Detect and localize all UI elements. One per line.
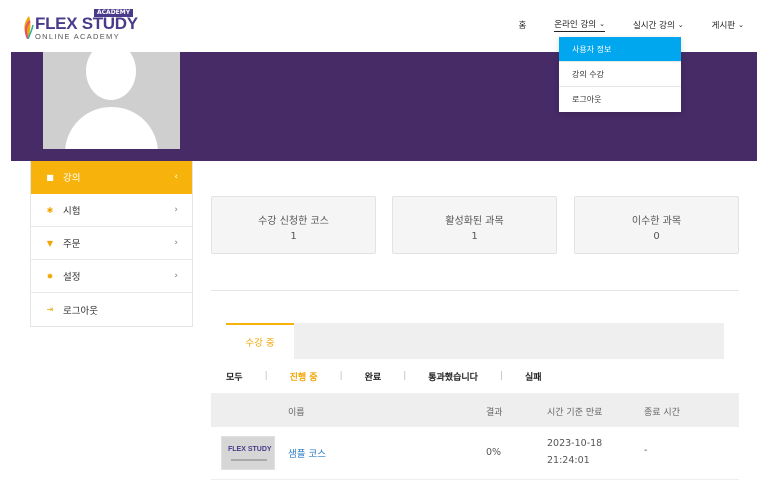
table-row: FLEX STUDY 샘플 코스 0% 2023-10-18 21:24:01 …	[211, 427, 739, 480]
tab-enrolled[interactable]: 수강 중	[226, 323, 294, 359]
course-expiry-date: 2023-10-18	[547, 438, 603, 449]
dropdown-item-courses[interactable]: 강의 수강	[559, 62, 681, 87]
course-tabs: 수강 중	[226, 323, 724, 359]
sidebar-item-exams[interactable]: ✱ 시험 ›	[31, 194, 192, 227]
stat-label: 활성화된 과목	[445, 216, 504, 227]
column-header-expiry: 시간 기준 만료	[547, 408, 603, 418]
gear-icon: ✹	[46, 271, 54, 281]
stat-value: 1	[471, 231, 478, 242]
nav-home[interactable]: 홈	[518, 18, 526, 32]
stat-active-subjects: 활성화된 과목 1	[392, 196, 557, 254]
avatar-body-shape	[65, 107, 158, 149]
chevron-right-icon: ›	[174, 271, 178, 281]
leaf-logo-icon	[24, 16, 34, 39]
stat-value: 0	[653, 231, 660, 242]
main-nav: 홈 온라인 강의 ⌄ 실시간 강의 ⌄ 게시판 ⌄	[490, 18, 744, 32]
sidebar-item-label: 주문	[63, 239, 81, 250]
nav-board[interactable]: 게시판 ⌄	[712, 18, 744, 32]
status-filters: 모두 | 진행 중 | 완료 | 통과했습니다 | 실패	[226, 369, 542, 383]
filter-in-progress[interactable]: 진행 중	[290, 370, 318, 383]
column-header-result: 결과	[486, 408, 503, 418]
course-end-time: -	[644, 445, 648, 456]
logo-badge: ACADEMY	[94, 9, 134, 17]
filter-failed[interactable]: 실패	[525, 370, 542, 383]
sidebar-item-label: 강의	[63, 173, 81, 184]
filter-completed[interactable]: 완료	[365, 370, 382, 383]
chevron-left-icon: ‹	[174, 172, 178, 182]
avatar-head-shape	[86, 52, 136, 100]
avatar	[43, 52, 180, 149]
chevron-down-icon: ⌄	[738, 21, 744, 29]
sidebar-item-logout[interactable]: ⇥ 로그아웃	[31, 293, 192, 326]
chevron-down-icon: ⌄	[599, 20, 605, 28]
thumbnail-logo-text: FLEX STUDY	[228, 446, 272, 453]
logo-subtitle: ONLINE ACADEMY	[35, 32, 120, 41]
nav-online-course[interactable]: 온라인 강의 ⌄	[554, 18, 605, 32]
nav-live-course[interactable]: 실시간 강의 ⌄	[633, 18, 684, 32]
sidebar-item-courses[interactable]: ■ 강의 ‹	[31, 161, 192, 194]
stat-label: 이수한 과목	[631, 216, 682, 227]
course-name-link[interactable]: 샘플 코스	[288, 446, 326, 460]
section-divider	[211, 290, 739, 291]
sidebar-item-label: 시험	[63, 206, 81, 217]
filter-passed[interactable]: 통과했습니다	[428, 370, 478, 383]
sidebar-item-label: 로그아웃	[63, 305, 98, 317]
sidebar-item-orders[interactable]: ▼ 주문 ›	[31, 227, 192, 260]
stat-label: 수강 신청한 코스	[258, 216, 329, 227]
online-course-dropdown: 사용자 정보 강의 수강 로그아웃	[559, 37, 681, 112]
stat-value: 1	[290, 231, 297, 242]
logout-icon: ⇥	[46, 305, 54, 314]
stat-completed-subjects: 이수한 과목 0	[574, 196, 739, 254]
site-logo[interactable]: FLEX STUDY ACADEMY ONLINE ACADEMY	[22, 9, 138, 43]
book-icon: ■	[46, 172, 54, 182]
thumbnail-line	[231, 459, 267, 461]
dropdown-item-user-info[interactable]: 사용자 정보	[559, 37, 681, 62]
column-header-name: 이름	[288, 408, 305, 418]
logo-brand-text: FLEX STUDY	[35, 14, 138, 33]
puzzle-icon: ✱	[46, 205, 54, 215]
filter-separator: |	[499, 371, 503, 381]
course-expiry-time: 21:24:01	[547, 455, 590, 466]
chevron-right-icon: ›	[174, 205, 178, 215]
sidebar-item-label: 설정	[63, 272, 81, 283]
sidebar-item-settings[interactable]: ✹ 설정 ›	[31, 260, 192, 293]
course-thumbnail[interactable]: FLEX STUDY	[221, 436, 275, 470]
column-header-end-time: 종료 시간	[644, 408, 680, 418]
chevron-down-icon: ⌄	[677, 21, 684, 29]
filter-separator: |	[403, 371, 407, 381]
sidebar: ■ 강의 ‹ ✱ 시험 › ▼ 주문 › ✹ 설정 › ⇥ 로그아웃	[30, 161, 193, 327]
stat-enrolled-courses: 수강 신청한 코스 1	[211, 196, 376, 254]
filter-separator: |	[264, 371, 268, 381]
filter-separator: |	[339, 371, 343, 381]
filter-all[interactable]: 모두	[226, 370, 243, 383]
course-table-header: 이름 결과 시간 기준 만료 종료 시간	[211, 393, 739, 427]
chevron-right-icon: ›	[174, 238, 178, 248]
dropdown-item-logout[interactable]: 로그아웃	[559, 87, 681, 112]
course-result: 0%	[486, 447, 502, 458]
cart-icon: ▼	[46, 238, 54, 248]
